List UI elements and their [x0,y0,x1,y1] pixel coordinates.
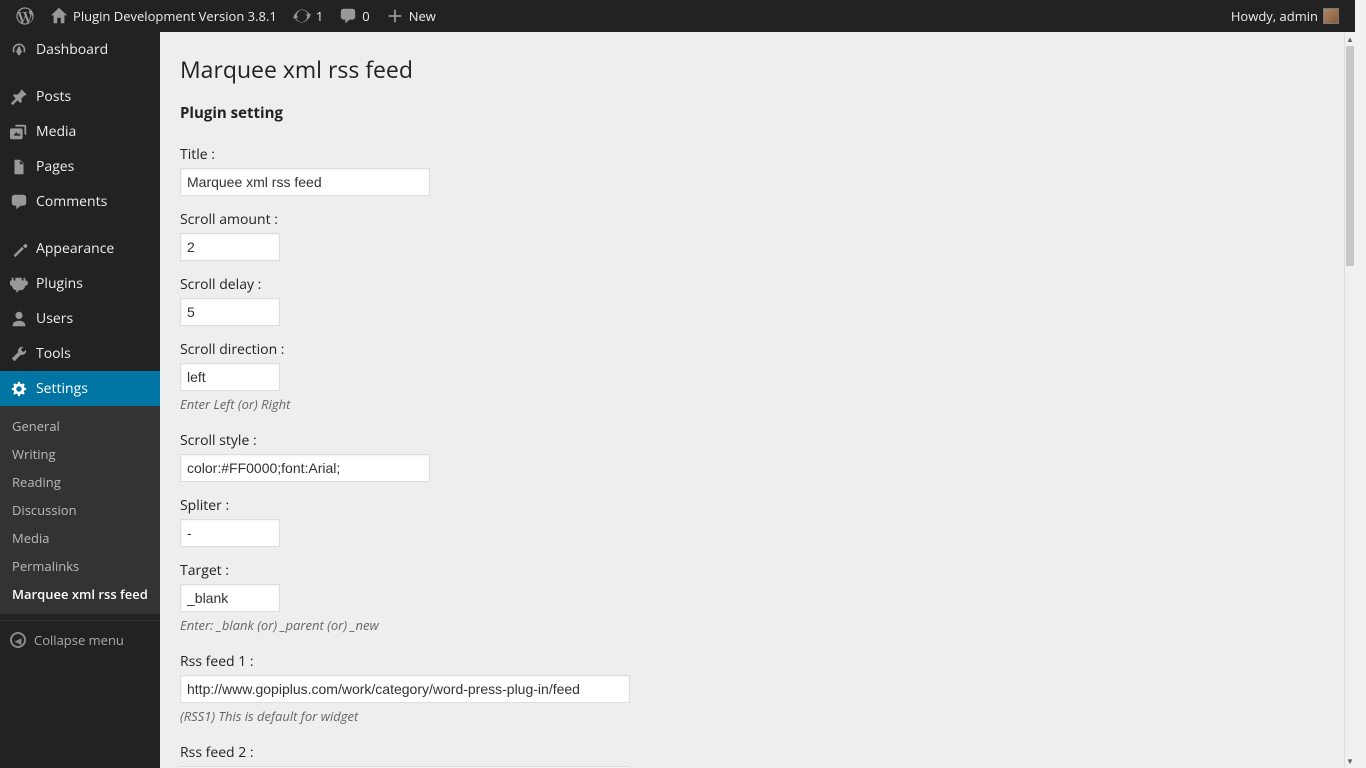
menu-dashboard[interactable]: Dashboard [0,32,160,67]
new-label: New [409,7,436,25]
menu-settings[interactable]: Settings [0,371,160,406]
pin-icon [10,88,28,106]
update-icon [293,7,311,25]
comments-menu[interactable]: 0 [331,0,377,32]
page-icon [10,158,28,176]
updates-count: 1 [316,7,323,25]
scroll-direction-help: Enter Left (or) Right [180,391,1335,417]
settings-submenu: General Writing Reading Discussion Media… [0,406,160,614]
submenu-marquee[interactable]: Marquee xml rss feed [0,580,160,608]
scroll-style-label: Scroll style : [180,423,1335,454]
howdy-text: Howdy, admin [1231,7,1318,25]
plus-icon [386,7,404,25]
wordpress-icon [16,7,34,25]
appearance-icon [10,240,28,258]
scroll-amount-label: Scroll amount : [180,202,1335,233]
menu-appearance[interactable]: Appearance [0,231,160,266]
rss1-help: (RSS1) This is default for widget [180,703,1335,729]
menu-users[interactable]: Users [0,301,160,336]
target-help: Enter: _blank (or) _parent (or) _new [180,612,1335,638]
spliter-input[interactable] [180,519,280,547]
users-icon [10,310,28,328]
scroll-style-input[interactable] [180,454,430,482]
comments-count: 0 [362,7,369,25]
plugin-icon [10,275,28,293]
rss1-input[interactable] [180,675,630,703]
avatar [1323,8,1339,24]
target-label: Target : [180,553,1335,584]
scroll-direction-input[interactable] [180,363,280,391]
title-label: Title : [180,137,1335,168]
content-area: Marquee xml rss feed Plugin setting Titl… [160,32,1355,768]
scroll-delay-input[interactable] [180,298,280,326]
collapse-icon: ◀ [10,632,26,648]
menu-posts[interactable]: Posts [0,79,160,114]
submenu-general[interactable]: General [0,412,160,440]
scroll-up-icon[interactable]: ▲ [1345,32,1355,46]
media-icon [10,123,28,141]
rss1-label: Rss feed 1 : [180,644,1335,675]
wp-logo-menu[interactable] [8,0,42,32]
menu-comments[interactable]: Comments [0,184,160,219]
page-title: Marquee xml rss feed [180,44,1335,89]
menu-pages[interactable]: Pages [0,149,160,184]
submenu-permalinks[interactable]: Permalinks [0,552,160,580]
target-input[interactable] [180,584,280,612]
menu-tools[interactable]: Tools [0,336,160,371]
admin-sidebar: Dashboard Posts Media Pages Comments App… [0,32,160,768]
submenu-media[interactable]: Media [0,524,160,552]
scroll-direction-label: Scroll direction : [180,332,1335,363]
window-scrollbar[interactable]: ▲ ▼ [1344,32,1355,768]
tools-icon [10,345,28,363]
comment-icon [339,7,357,25]
section-heading: Plugin setting [180,89,1335,131]
dashboard-icon [10,41,28,59]
menu-plugins[interactable]: Plugins [0,266,160,301]
spliter-label: Spliter : [180,488,1335,519]
updates-menu[interactable]: 1 [285,0,331,32]
home-icon [50,7,68,25]
site-name-menu[interactable]: Plugin Development Version 3.8.1 [42,0,285,32]
admin-toolbar: Plugin Development Version 3.8.1 1 0 New… [0,0,1355,32]
new-content-menu[interactable]: New [378,0,444,32]
scroll-down-icon[interactable]: ▼ [1345,754,1355,768]
menu-media[interactable]: Media [0,114,160,149]
title-input[interactable] [180,168,430,196]
my-account-menu[interactable]: Howdy, admin [1223,0,1347,32]
scroll-amount-input[interactable] [180,233,280,261]
scroll-thumb[interactable] [1346,46,1354,266]
submenu-writing[interactable]: Writing [0,440,160,468]
submenu-discussion[interactable]: Discussion [0,496,160,524]
rss2-label: Rss feed 2 : [180,735,1335,766]
scroll-delay-label: Scroll delay : [180,267,1335,298]
submenu-reading[interactable]: Reading [0,468,160,496]
collapse-menu[interactable]: ◀ Collapse menu [0,620,160,659]
comment-icon [10,193,28,211]
settings-icon [10,380,28,398]
site-title: Plugin Development Version 3.8.1 [73,7,277,25]
